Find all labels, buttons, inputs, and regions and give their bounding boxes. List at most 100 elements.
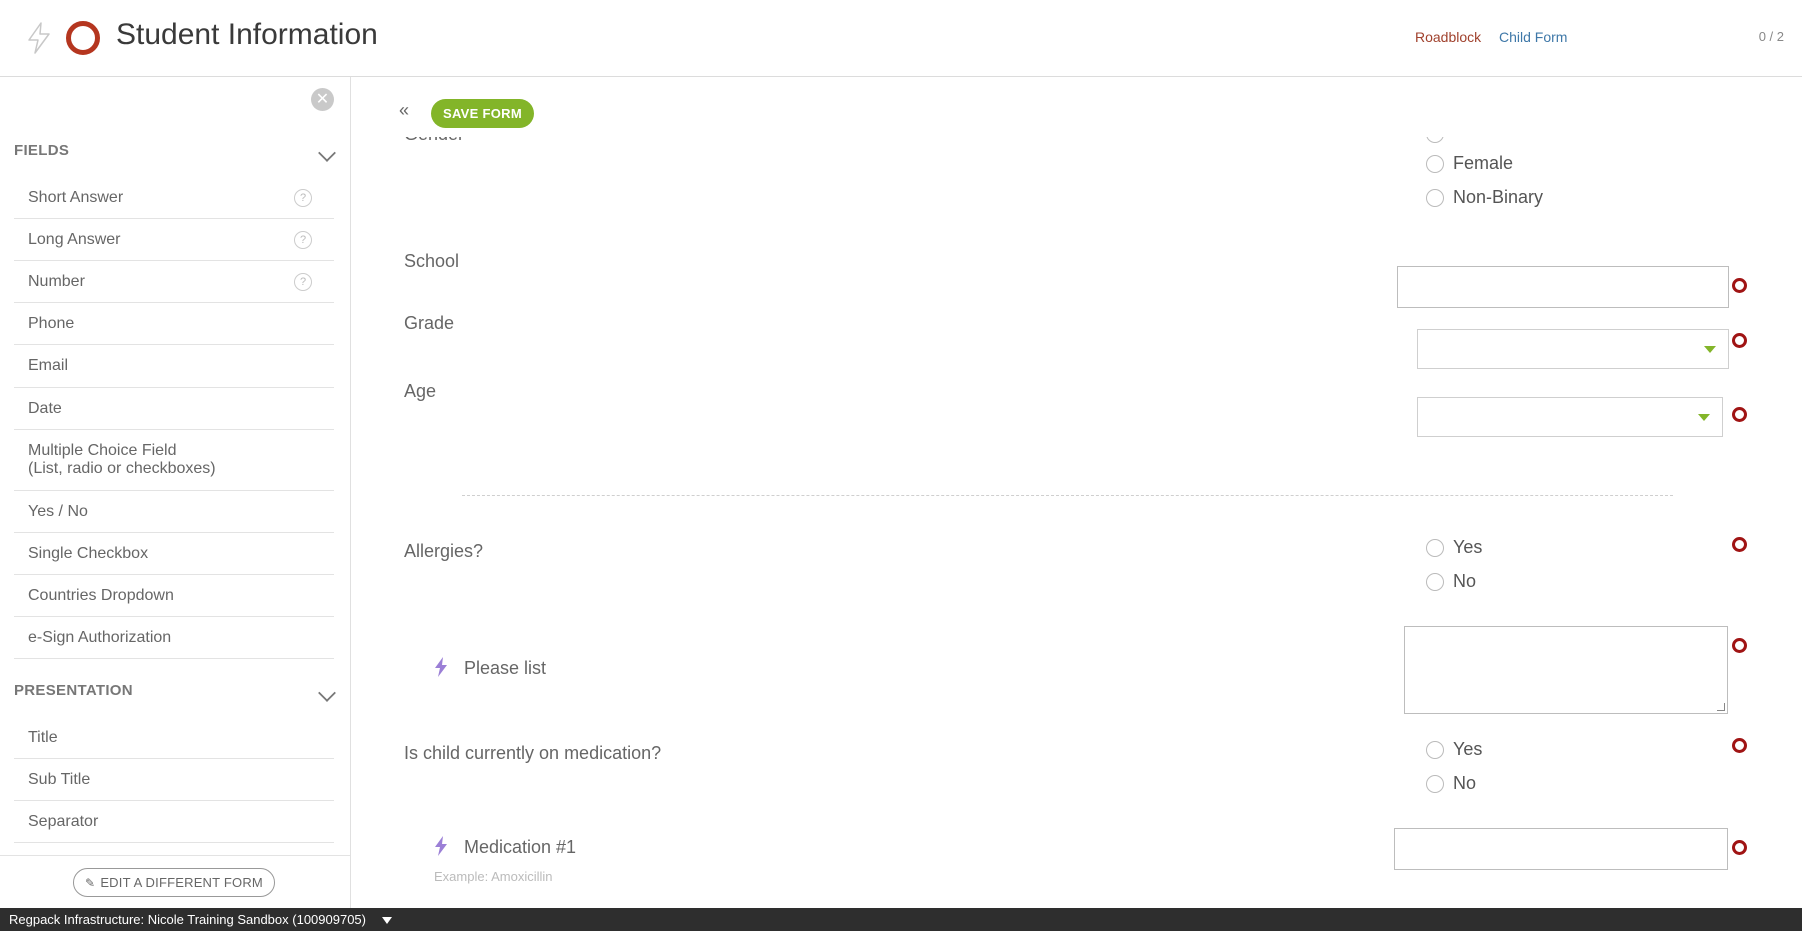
- field-date[interactable]: Date: [14, 388, 334, 430]
- grade-select[interactable]: [1417, 329, 1729, 369]
- close-sidebar-button[interactable]: ✕: [311, 88, 334, 111]
- field-number[interactable]: Number ?: [14, 261, 334, 303]
- allergies-label: Allergies?: [404, 541, 484, 561]
- collapse-sidebar-button[interactable]: «: [399, 100, 409, 121]
- form-status-ring-icon: [66, 21, 100, 55]
- edit-different-form-button[interactable]: ✎ EDIT A DIFFERENT FORM: [73, 868, 275, 897]
- radio-button[interactable]: [1426, 188, 1444, 207]
- required-indicator-icon: [1732, 333, 1747, 348]
- required-indicator-icon: [1732, 278, 1747, 293]
- option-label: No: [1453, 773, 1477, 793]
- allergies-option-yes[interactable]: Yes: [1426, 537, 1482, 558]
- field-label: Long Answer: [28, 230, 121, 248]
- field-type-list: Short Answer ? Long Answer ? Number ? Ph…: [14, 177, 334, 659]
- environment-label: Regpack Infrastructure: Nicole Training …: [9, 912, 366, 927]
- chevron-down-icon: [318, 684, 336, 702]
- fields-section-label: FIELDS: [14, 142, 70, 159]
- radio-button[interactable]: [1426, 774, 1444, 793]
- field-label: Email: [28, 357, 69, 374]
- field-label: Short Answer: [28, 188, 124, 206]
- pencil-icon: ✎: [85, 876, 96, 890]
- form-editor: « SAVE FORM Gender Female Non-Binary Sch…: [352, 77, 1802, 908]
- field-label: e-Sign Authorization: [28, 628, 172, 646]
- header: Student Information Roadblock Child Form…: [0, 0, 1802, 77]
- conditional-bolt-icon[interactable]: [434, 836, 448, 856]
- medication-1-label: Medication #1: [464, 837, 577, 857]
- field-single-checkbox[interactable]: Single Checkbox: [14, 533, 334, 575]
- field-esign-authorization[interactable]: e-Sign Authorization: [14, 617, 334, 659]
- presentation-list: Title Sub Title Separator: [14, 717, 334, 843]
- age-select[interactable]: [1417, 397, 1723, 437]
- field-countries-dropdown[interactable]: Countries Dropdown: [14, 575, 334, 617]
- resize-handle[interactable]: [1717, 703, 1725, 711]
- presentation-separator[interactable]: Separator: [14, 801, 334, 843]
- radio-button[interactable]: [1426, 137, 1444, 143]
- gender-option-partial[interactable]: [1426, 137, 1453, 143]
- field-label: Countries Dropdown: [28, 586, 174, 604]
- edit-form-label: EDIT A DIFFERENT FORM: [100, 875, 263, 890]
- help-icon[interactable]: ?: [294, 230, 312, 249]
- help-icon[interactable]: ?: [294, 272, 312, 291]
- school-label: School: [404, 251, 460, 271]
- presentation-title[interactable]: Title: [14, 717, 334, 759]
- grade-label: Grade: [404, 313, 455, 333]
- please-list-textarea[interactable]: [1404, 626, 1728, 714]
- option-label: Yes: [1453, 739, 1483, 759]
- help-icon[interactable]: ?: [294, 188, 312, 207]
- gender-label: Gender: [404, 137, 464, 145]
- option-label: Non-Binary: [1453, 187, 1544, 207]
- medication-1-hint: Example: Amoxicillin: [434, 869, 553, 884]
- field-label: Number: [28, 272, 85, 290]
- form-canvas: Gender Female Non-Binary School Grade Ag…: [352, 137, 1802, 908]
- presentation-sub-title[interactable]: Sub Title: [14, 759, 334, 801]
- conditional-bolt-icon[interactable]: [434, 657, 448, 677]
- field-email[interactable]: Email: [14, 345, 334, 388]
- close-icon: ✕: [315, 91, 330, 108]
- page-title: Student Information: [116, 18, 378, 51]
- field-phone[interactable]: Phone: [14, 303, 334, 345]
- field-label: Sub Title: [28, 770, 91, 788]
- required-indicator-icon: [1732, 537, 1747, 552]
- field-yes-no[interactable]: Yes / No: [14, 491, 334, 533]
- radio-button[interactable]: [1426, 740, 1444, 759]
- environment-status-bar[interactable]: Regpack Infrastructure: Nicole Training …: [0, 908, 1802, 931]
- school-input[interactable]: [1397, 266, 1729, 308]
- gender-option-non-binary[interactable]: Non-Binary: [1426, 187, 1543, 208]
- option-label: No: [1453, 571, 1477, 591]
- child-form-link[interactable]: Child Form: [1499, 29, 1567, 45]
- medication-option-yes[interactable]: Yes: [1426, 739, 1482, 760]
- presentation-section-label: PRESENTATION: [14, 682, 133, 699]
- required-indicator-icon: [1732, 738, 1747, 753]
- roadblock-link[interactable]: Roadblock: [1415, 29, 1481, 45]
- form-counter: 0 / 2: [1758, 29, 1784, 44]
- allergies-option-no[interactable]: No: [1426, 571, 1476, 592]
- field-label: Multiple Choice Field: [28, 442, 177, 459]
- medication-1-input[interactable]: [1394, 828, 1728, 870]
- field-short-answer[interactable]: Short Answer ?: [14, 177, 334, 219]
- radio-button[interactable]: [1426, 154, 1444, 173]
- field-multiple-choice[interactable]: Multiple Choice Field (List, radio or ch…: [14, 430, 334, 491]
- lightning-bolt-icon[interactable]: [26, 22, 52, 54]
- presentation-section-header[interactable]: PRESENTATION: [14, 682, 336, 712]
- field-long-answer[interactable]: Long Answer ?: [14, 219, 334, 261]
- medication-option-no[interactable]: No: [1426, 773, 1476, 794]
- option-label: Yes: [1453, 537, 1483, 557]
- required-indicator-icon: [1732, 638, 1747, 653]
- option-label: Female: [1453, 153, 1514, 173]
- dropdown-arrow-icon: [1704, 346, 1716, 353]
- please-list-label: Please list: [464, 658, 547, 678]
- radio-button[interactable]: [1426, 538, 1444, 557]
- field-label: Date: [28, 399, 62, 417]
- radio-button[interactable]: [1426, 572, 1444, 591]
- age-label: Age: [404, 381, 437, 401]
- gender-option-female[interactable]: Female: [1426, 153, 1513, 174]
- chevron-down-icon: [318, 144, 336, 162]
- caret-down-icon[interactable]: [381, 917, 392, 925]
- required-indicator-icon: [1732, 407, 1747, 422]
- fields-section-header[interactable]: FIELDS: [14, 142, 336, 172]
- save-form-button[interactable]: SAVE FORM: [431, 99, 534, 128]
- field-sublabel: (List, radio or checkboxes): [28, 460, 216, 477]
- required-indicator-icon: [1732, 840, 1747, 855]
- medication-label: Is child currently on medication?: [404, 743, 662, 763]
- field-label: Single Checkbox: [28, 544, 149, 562]
